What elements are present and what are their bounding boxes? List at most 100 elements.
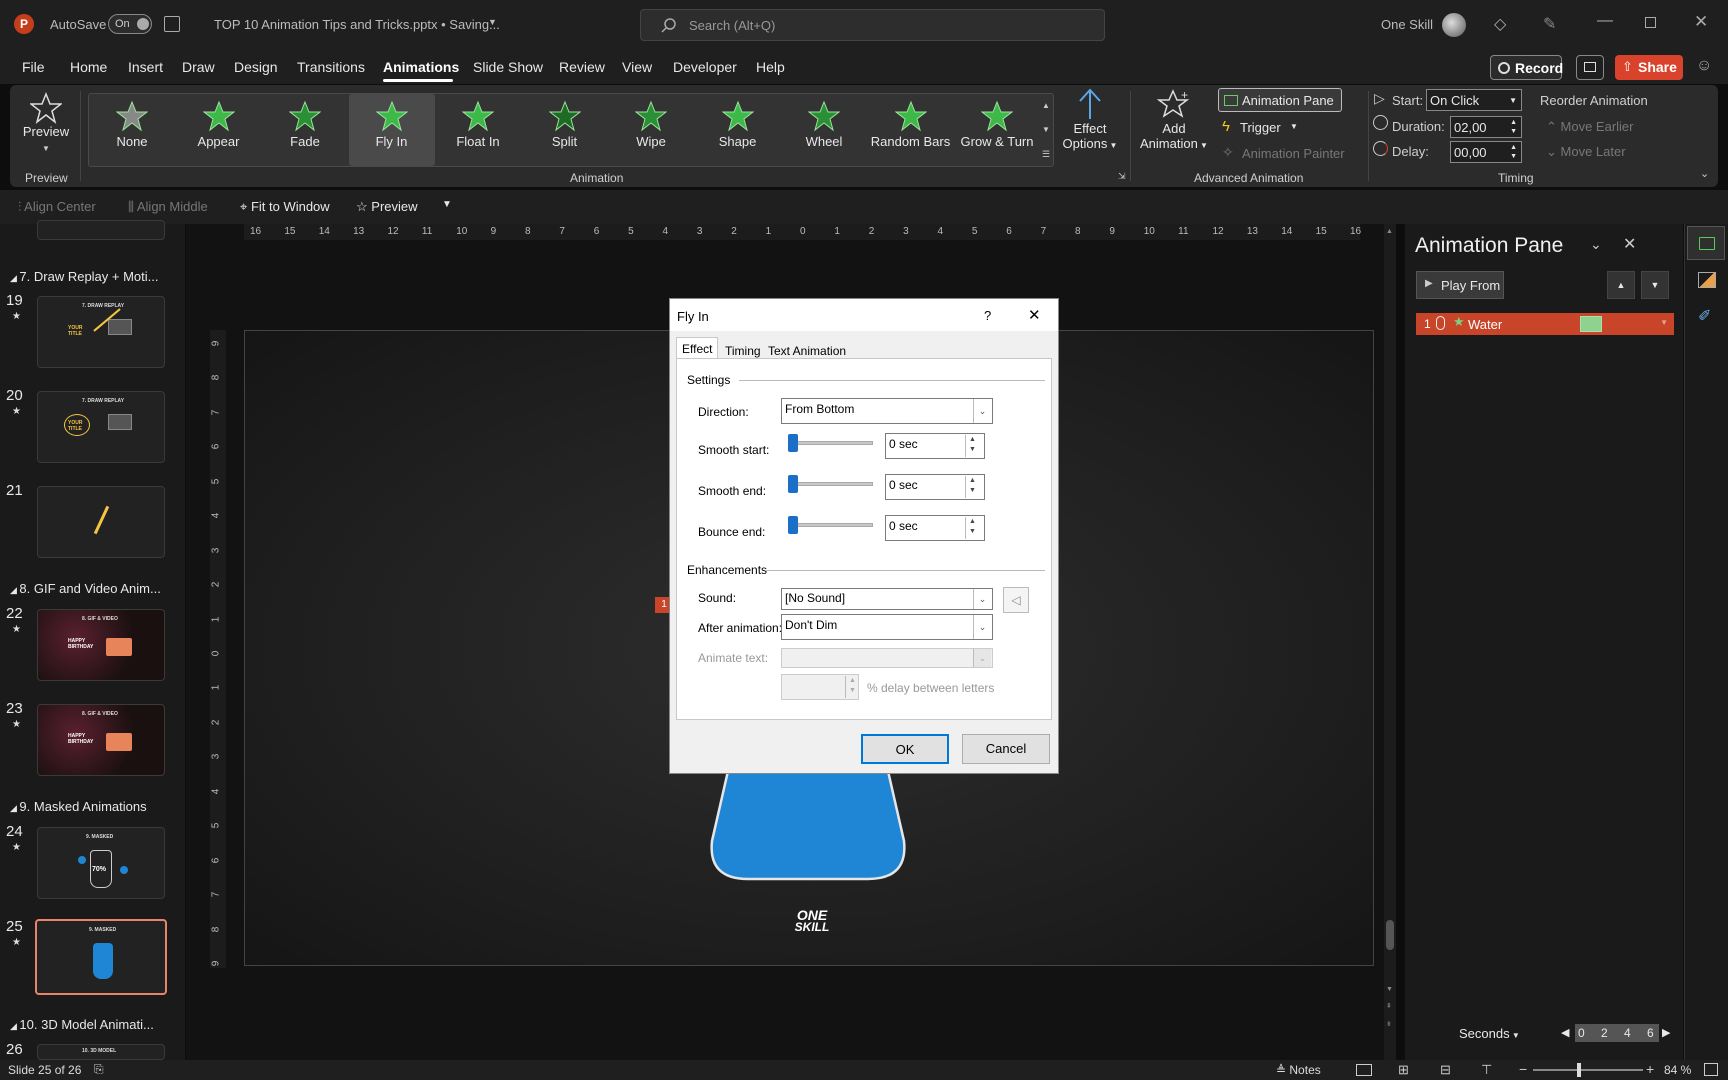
bounce-end-slider[interactable] <box>791 523 873 527</box>
scroll-up-icon[interactable]: ▲ <box>1386 228 1393 235</box>
animation-pane-toggle[interactable] <box>1687 226 1725 260</box>
gallery-more[interactable]: ☰ <box>1038 142 1054 166</box>
slide-thumbnail-24[interactable]: 9. MASKED 70% <box>37 827 165 899</box>
animation-effect-appear[interactable]: Appear <box>176 94 262 166</box>
preview-button[interactable]: Preview ▼ <box>18 89 74 169</box>
zoom-in-icon[interactable]: + <box>1646 1061 1654 1077</box>
autosave-toggle[interactable]: On <box>108 14 152 34</box>
scroll-down-icon[interactable]: ▼ <box>1386 986 1393 993</box>
dialog-launcher-icon[interactable]: ⇲ <box>1118 171 1126 182</box>
align-center-button[interactable]: ⫶ Align Center <box>18 199 96 215</box>
slide-thumbnail-26[interactable]: 10. 3D MODEL <box>37 1044 165 1060</box>
animation-effect-wipe[interactable]: Wipe <box>608 94 694 166</box>
move-up-button[interactable]: ▲ <box>1607 271 1635 299</box>
section-gif-video[interactable]: ◢ 8. GIF and Video Anim... <box>10 581 161 596</box>
user-name[interactable]: One Skill <box>1381 17 1433 32</box>
gallery-scroll-up[interactable]: ▲ <box>1038 94 1054 118</box>
smooth-start-slider[interactable] <box>791 441 873 445</box>
animation-effect-none[interactable]: None <box>89 94 175 166</box>
sound-select[interactable]: [No Sound] <box>781 588 993 610</box>
animation-list-item[interactable]: 1 ★ Water ▼ <box>1416 313 1674 335</box>
gallery-scroll-down[interactable]: ▼ <box>1038 118 1054 142</box>
comments-button[interactable] <box>1576 55 1604 80</box>
tab-home[interactable]: Home <box>70 59 107 75</box>
timeline-right-icon[interactable]: ▶ <box>1662 1026 1670 1039</box>
animation-effect-fade[interactable]: Fade <box>262 94 348 166</box>
minimize-icon[interactable]: — <box>1597 12 1613 30</box>
animation-effect-random-bars[interactable]: Random Bars <box>868 94 954 166</box>
direction-select[interactable]: From Bottom <box>781 398 993 424</box>
help-icon[interactable]: ? <box>984 308 991 323</box>
canvas-scrollbar[interactable]: ▲ ▼ ⇞ ⇟ <box>1384 224 1396 1060</box>
close-icon[interactable]: ✕ <box>1694 12 1708 32</box>
fit-window-button[interactable]: ⌖ Fit to Window <box>240 199 330 215</box>
pane-options-icon[interactable]: ⌄ <box>1590 236 1602 253</box>
pen-icon[interactable]: ✎ <box>1543 14 1556 34</box>
save-icon[interactable] <box>164 16 180 32</box>
record-button[interactable]: Record <box>1490 55 1563 80</box>
notes-button[interactable]: ≜ Notes <box>1276 1063 1321 1077</box>
tab-file[interactable]: File <box>22 59 45 75</box>
chevron-down-icon[interactable]: ⌄ <box>973 615 991 639</box>
smooth-start-slider-thumb[interactable] <box>788 434 798 452</box>
section-draw-replay[interactable]: ◢ 7. Draw Replay + Moti... <box>10 269 159 284</box>
animation-effect-wheel[interactable]: Wheel <box>781 94 867 166</box>
move-later-button[interactable]: ⌄ Move Later <box>1546 144 1626 160</box>
zoom-level[interactable]: 84 % <box>1664 1063 1691 1077</box>
prev-slide-icon[interactable]: ⇞ <box>1386 1002 1392 1010</box>
animation-effect-fly-in[interactable]: Fly In <box>348 94 435 166</box>
close-icon[interactable]: ✕ <box>1028 306 1041 324</box>
animation-painter-button[interactable]: ✧ Animation Painter <box>1222 143 1362 165</box>
cancel-button[interactable]: Cancel <box>962 734 1050 764</box>
collapse-ribbon-icon[interactable]: ⌄ <box>1700 167 1709 180</box>
qat-preview-button[interactable]: ☆ Preview <box>356 199 418 215</box>
animation-effect-split[interactable]: Split <box>522 94 608 166</box>
accessibility-icon[interactable]: ⎘ <box>94 1062 104 1077</box>
zoom-slider[interactable] <box>1533 1063 1643 1077</box>
effect-options-button[interactable]: Effect Options ▼ <box>1060 87 1120 169</box>
smooth-end-slider[interactable] <box>791 482 873 486</box>
play-from-button[interactable]: ▶ Play From <box>1416 271 1504 299</box>
animation-effect-grow-turn[interactable]: Grow & Turn <box>954 94 1040 166</box>
add-animation-button[interactable]: + Add Animation ▼ <box>1136 87 1212 169</box>
shapes-icon[interactable] <box>1698 272 1716 288</box>
qat-customize-icon[interactable]: ▼ <box>442 199 452 210</box>
slide-thumbnail-20[interactable]: 7. DRAW REPLAY YOUR TITLE <box>37 391 165 463</box>
presenter-icon[interactable]: ⊤ <box>1481 1062 1492 1078</box>
slide-thumbnail-19[interactable]: 7. DRAW REPLAY YOUR TITLE <box>37 296 165 368</box>
chevron-down-icon[interactable]: ▼ <box>488 17 497 27</box>
tab-draw[interactable]: Draw <box>182 59 215 75</box>
tab-developer[interactable]: Developer <box>673 59 737 75</box>
tab-text-animation[interactable]: Text Animation <box>768 344 846 358</box>
slide-thumbnail-18-partial[interactable] <box>37 220 165 240</box>
scroll-thumb[interactable] <box>1386 920 1394 950</box>
slide-thumbnail-21[interactable] <box>37 486 165 558</box>
seconds-button[interactable]: Seconds ▼ <box>1459 1026 1520 1041</box>
tab-help[interactable]: Help <box>756 59 785 75</box>
slide-thumbnail-23[interactable]: 8. GIF & VIDEO HAPPY BIRTHDAY <box>37 704 165 776</box>
move-down-button[interactable]: ▼ <box>1641 271 1669 299</box>
chevron-down-icon[interactable]: ⌄ <box>973 399 991 423</box>
search-input[interactable]: Search (Alt+Q) <box>640 9 1105 41</box>
trigger-button[interactable]: ϟ Trigger ▼ <box>1222 117 1332 139</box>
tab-insert[interactable]: Insert <box>128 59 163 75</box>
reading-view-icon[interactable]: ⊟ <box>1440 1062 1451 1078</box>
tab-design[interactable]: Design <box>234 59 278 75</box>
slide-thumbnail-25-selected[interactable]: 9. MASKED <box>35 919 167 995</box>
spinner-icon[interactable]: ▲ ▼ <box>1510 143 1517 161</box>
tab-animations[interactable]: Animations <box>383 59 459 75</box>
animation-pane-button[interactable]: Animation Pane <box>1218 88 1342 112</box>
smooth-end-slider-thumb[interactable] <box>788 475 798 493</box>
zoom-out-icon[interactable]: − <box>1519 1061 1527 1077</box>
fit-slide-icon[interactable] <box>1704 1063 1718 1076</box>
smooth-start-spinner[interactable]: ▲ ▼ <box>965 435 979 457</box>
next-slide-icon[interactable]: ⇟ <box>1386 1020 1392 1028</box>
avatar[interactable] <box>1442 13 1466 37</box>
zoom-slider-thumb[interactable] <box>1577 1063 1581 1077</box>
chevron-down-icon[interactable]: ⌄ <box>973 589 991 609</box>
share-button[interactable]: ⇧ Share <box>1615 55 1683 80</box>
tab-transitions[interactable]: Transitions <box>297 59 365 75</box>
normal-view-icon[interactable] <box>1356 1064 1372 1076</box>
diamond-icon[interactable]: ◇ <box>1494 14 1506 34</box>
ok-button[interactable]: OK <box>861 734 949 764</box>
